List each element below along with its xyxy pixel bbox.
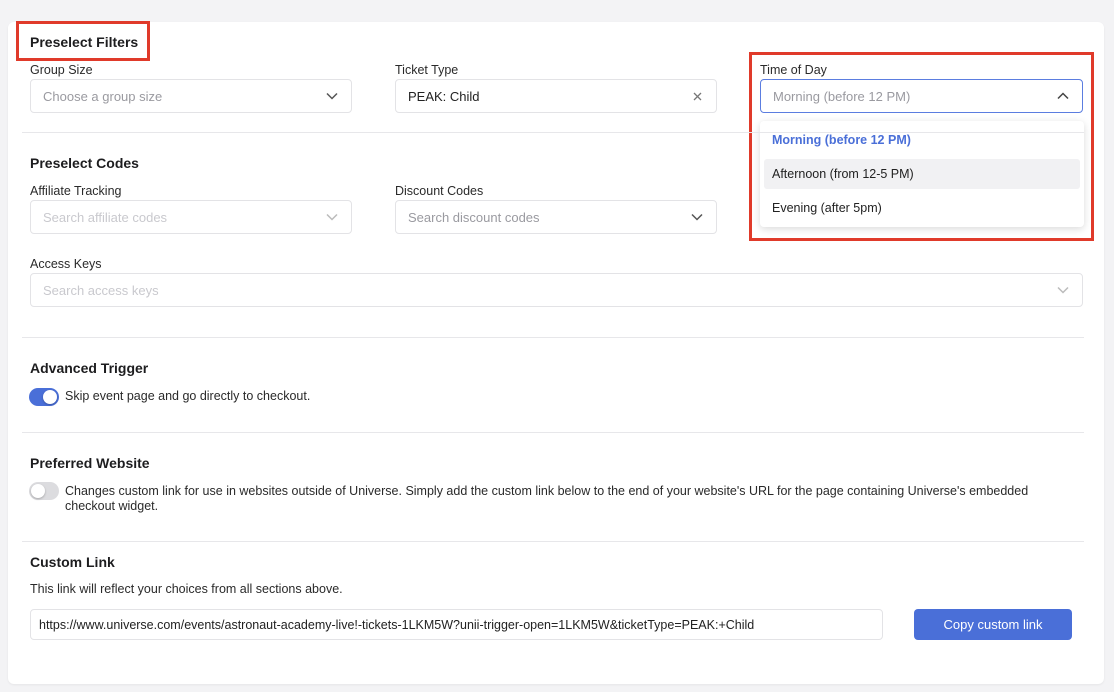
divider bbox=[22, 432, 1084, 433]
ticket-type-select[interactable]: PEAK: Child bbox=[395, 79, 717, 113]
group-size-select[interactable]: Choose a group size bbox=[30, 79, 352, 113]
skip-event-text: Skip event page and go directly to check… bbox=[65, 389, 311, 403]
clear-icon[interactable] bbox=[690, 89, 704, 103]
divider bbox=[22, 541, 1084, 542]
custom-link-title: Custom Link bbox=[30, 554, 115, 570]
highlight-box-time-of-day bbox=[749, 52, 1094, 241]
ticket-type-value: PEAK: Child bbox=[408, 88, 480, 104]
access-keys-label: Access Keys bbox=[30, 257, 102, 271]
custom-link-field[interactable]: https://www.universe.com/events/astronau… bbox=[30, 609, 883, 640]
discount-placeholder: Search discount codes bbox=[408, 209, 540, 225]
chevron-down-icon bbox=[325, 210, 339, 224]
group-size-label: Group Size bbox=[30, 63, 93, 77]
preselect-codes-title: Preselect Codes bbox=[30, 155, 139, 171]
group-size-placeholder: Choose a group size bbox=[43, 88, 163, 104]
advanced-trigger-title: Advanced Trigger bbox=[30, 360, 149, 376]
affiliate-select[interactable]: Search affiliate codes bbox=[30, 200, 352, 234]
chevron-down-icon bbox=[690, 210, 704, 224]
preferred-website-text: Changes custom link for use in websites … bbox=[65, 484, 1029, 513]
custom-link-description: This link will reflect your choices from… bbox=[30, 582, 343, 596]
copy-custom-link-button[interactable]: Copy custom link bbox=[914, 609, 1072, 640]
chevron-down-icon bbox=[1056, 283, 1070, 297]
preferred-website-toggle[interactable] bbox=[29, 482, 59, 500]
discount-select[interactable]: Search discount codes bbox=[395, 200, 717, 234]
preferred-website-title: Preferred Website bbox=[30, 455, 150, 471]
divider bbox=[22, 132, 1084, 133]
affiliate-label: Affiliate Tracking bbox=[30, 184, 122, 198]
skip-event-toggle[interactable] bbox=[29, 388, 59, 406]
access-keys-select[interactable]: Search access keys bbox=[30, 273, 1083, 307]
divider bbox=[22, 337, 1084, 338]
affiliate-placeholder: Search affiliate codes bbox=[43, 209, 168, 225]
highlight-box-filters-title bbox=[16, 21, 150, 61]
chevron-down-icon bbox=[325, 89, 339, 103]
ticket-type-label: Ticket Type bbox=[395, 63, 459, 77]
access-keys-placeholder: Search access keys bbox=[43, 282, 159, 298]
custom-link-url: https://www.universe.com/events/astronau… bbox=[39, 617, 755, 632]
discount-label: Discount Codes bbox=[395, 184, 484, 198]
